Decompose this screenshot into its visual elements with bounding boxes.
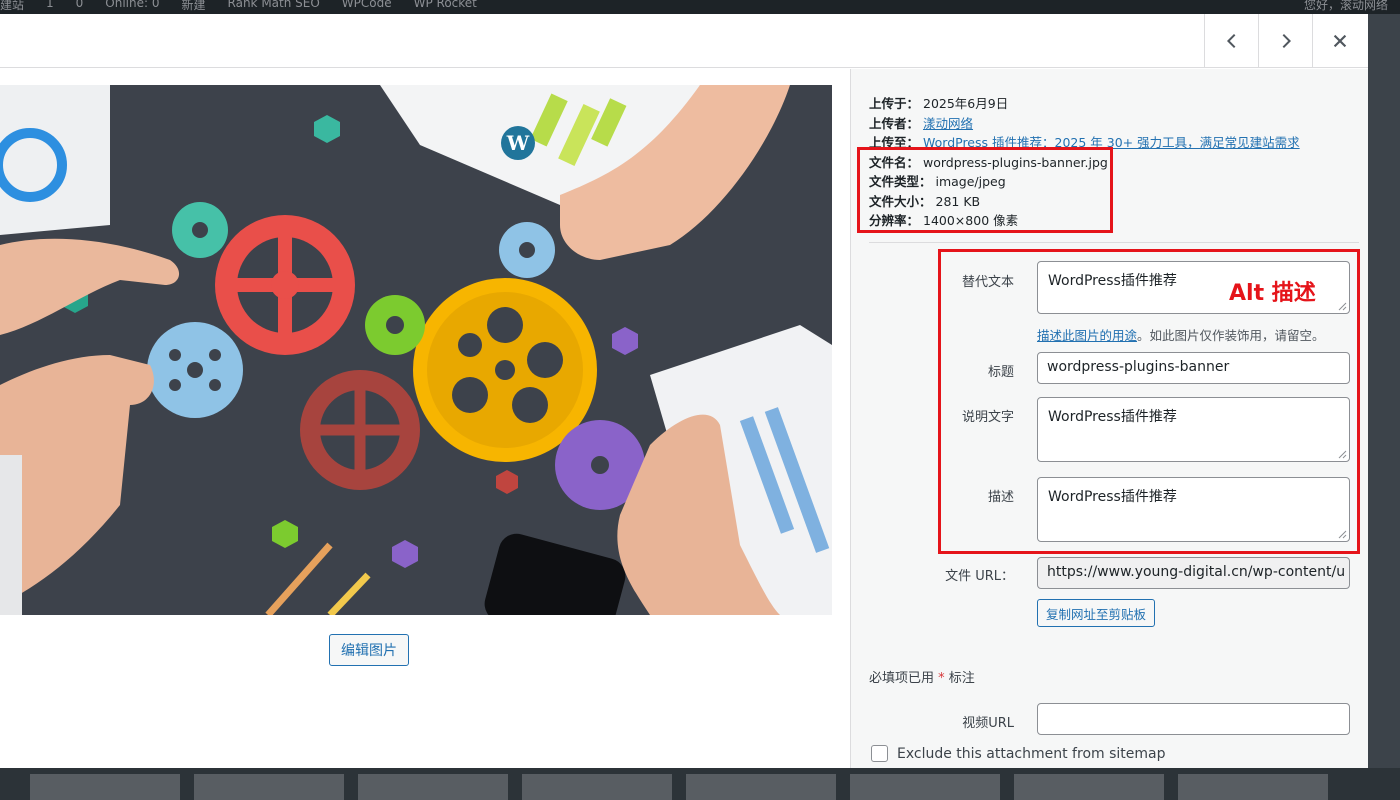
dimensions-row: 分辨率： 1400×800 像素: [869, 211, 1300, 231]
alt-help-link[interactable]: 描述此图片的用途: [1037, 328, 1137, 343]
file-size-label: 文件大小：: [869, 193, 932, 209]
media-thumbnail: [1178, 774, 1328, 800]
resize-handle-icon[interactable]: [1337, 449, 1347, 459]
backdrop: [1368, 14, 1400, 800]
alt-text-label: 替代文本: [961, 275, 1014, 290]
admin-bar-item[interactable]: 1: [46, 0, 54, 13]
chevron-left-icon: [1226, 33, 1235, 49]
exclude-sitemap-checkbox[interactable]: [871, 745, 888, 762]
media-thumbnail: [850, 774, 1000, 800]
exclude-sitemap-option[interactable]: Exclude this attachment from sitemap: [871, 745, 1165, 762]
uploaded-to-link[interactable]: WordPress 插件推荐：2025 年 30+ 强力工具，满足常见建站需求: [923, 135, 1300, 150]
edit-image-button[interactable]: 编辑图片: [329, 634, 409, 666]
file-type-row: 文件类型： image/jpeg: [869, 172, 1300, 192]
description-label: 描述: [987, 490, 1014, 505]
description-field[interactable]: WordPress插件推荐: [1037, 477, 1350, 542]
uploaded-by-label: 上传者：: [869, 115, 920, 131]
admin-bar-greeting[interactable]: 您好，滚动网络: [1304, 0, 1388, 13]
file-size-value: 281 KB: [935, 193, 981, 209]
caption-label: 说明文字: [961, 410, 1014, 425]
attachment-image: W: [0, 85, 832, 615]
admin-bar-item[interactable]: WPCode: [342, 0, 392, 13]
file-type-value: image/jpeg: [935, 174, 1006, 189]
uploaded-on-label: 上传于：: [869, 96, 920, 111]
uploaded-to-label: 上传至：: [869, 135, 920, 150]
media-thumbnail: [194, 774, 344, 800]
modal-header: [0, 14, 1368, 68]
admin-bar-item[interactable]: WP Rocket: [414, 0, 477, 13]
description-value: WordPress插件推荐: [1048, 489, 1177, 505]
admin-bar-item[interactable]: 建站: [0, 0, 24, 13]
file-type-label: 文件类型：: [869, 174, 932, 189]
admin-bar-item[interactable]: 0: [76, 0, 84, 13]
attachment-details-modal: W 编辑图片 上传于： 2025年6月9日 上传者： 漾动网络 上传至： Wor…: [0, 14, 1368, 768]
file-name-label: 文件名：: [869, 154, 920, 170]
media-grid-backdrop: [0, 768, 1400, 800]
admin-bar-item[interactable]: Rank Math SEO: [228, 0, 320, 13]
media-thumbnail: [30, 774, 180, 800]
file-url-field[interactable]: https://www.young-digital.cn/wp-content/…: [1037, 557, 1350, 589]
copy-url-button[interactable]: 复制网址至剪贴板: [1037, 599, 1156, 627]
required-star: *: [938, 671, 945, 686]
admin-bar-item[interactable]: Online: 0: [105, 0, 159, 13]
file-url-label: 文件 URL：: [945, 569, 1014, 584]
title-label: 标题: [987, 365, 1014, 380]
admin-bar: 建站 1 0 Online: 0 新建 Rank Math SEO WPCode…: [0, 0, 1400, 14]
media-thumbnail: [522, 774, 672, 800]
uploaded-on-value: 2025年6月9日: [923, 96, 1009, 111]
svg-text:W: W: [506, 131, 530, 155]
gears-illustration: W: [0, 85, 832, 615]
image-preview-area: W 编辑图片: [0, 69, 850, 768]
admin-bar-item[interactable]: 新建: [182, 0, 206, 13]
media-thumbnail: [1014, 774, 1164, 800]
file-name-value: wordpress-plugins-banner.jpg: [923, 154, 1108, 170]
exclude-sitemap-label[interactable]: Exclude this attachment from sitemap: [897, 746, 1165, 762]
alt-help-suffix: 。如此图片仅作装饰用，请留空。: [1137, 328, 1325, 343]
uploaded-on-row: 上传于： 2025年6月9日: [869, 94, 1300, 114]
file-name-row: 文件名： wordpress-plugins-banner.jpg: [869, 153, 1300, 173]
previous-button[interactable]: [1204, 14, 1258, 68]
video-url-field[interactable]: [1037, 703, 1350, 735]
file-size-row: 文件大小： 281 KB: [869, 192, 1300, 212]
media-thumbnail: [358, 774, 508, 800]
uploaded-by-row: 上传者： 漾动网络: [869, 114, 1300, 134]
resize-handle-icon[interactable]: [1337, 301, 1347, 311]
divider: [869, 242, 1359, 243]
alt-help-text: 描述此图片的用途。如此图片仅作装饰用，请留空。: [1037, 325, 1325, 344]
required-suffix: 标注: [948, 671, 975, 686]
media-thumbnail: [686, 774, 836, 800]
dimensions-value: 1400×800 像素: [923, 213, 1019, 228]
next-button[interactable]: [1258, 14, 1312, 68]
alt-annotation: Alt 描述: [1229, 281, 1316, 306]
title-field[interactable]: wordpress-plugins-banner: [1037, 352, 1350, 384]
required-note: 必填项已用 * 标注: [869, 667, 975, 686]
attachment-info-panel: 上传于： 2025年6月9日 上传者： 漾动网络 上传至： WordPress …: [850, 69, 1368, 768]
close-icon: [1333, 34, 1346, 48]
resize-handle-icon[interactable]: [1337, 529, 1347, 539]
close-button[interactable]: [1312, 14, 1366, 68]
caption-value: WordPress插件推荐: [1048, 409, 1177, 425]
video-url-label: 视频URL: [962, 716, 1014, 731]
uploaded-by-link[interactable]: 漾动网络: [923, 116, 973, 131]
uploaded-to-row: 上传至： WordPress 插件推荐：2025 年 30+ 强力工具，满足常见…: [869, 133, 1300, 153]
caption-field[interactable]: WordPress插件推荐: [1037, 397, 1350, 462]
required-text: 必填项已用: [869, 671, 935, 686]
file-metadata: 上传于： 2025年6月9日 上传者： 漾动网络 上传至： WordPress …: [869, 94, 1300, 231]
alt-text-value: WordPress插件推荐: [1048, 273, 1177, 289]
chevron-right-icon: [1282, 33, 1291, 49]
dimensions-label: 分辨率：: [869, 213, 920, 228]
